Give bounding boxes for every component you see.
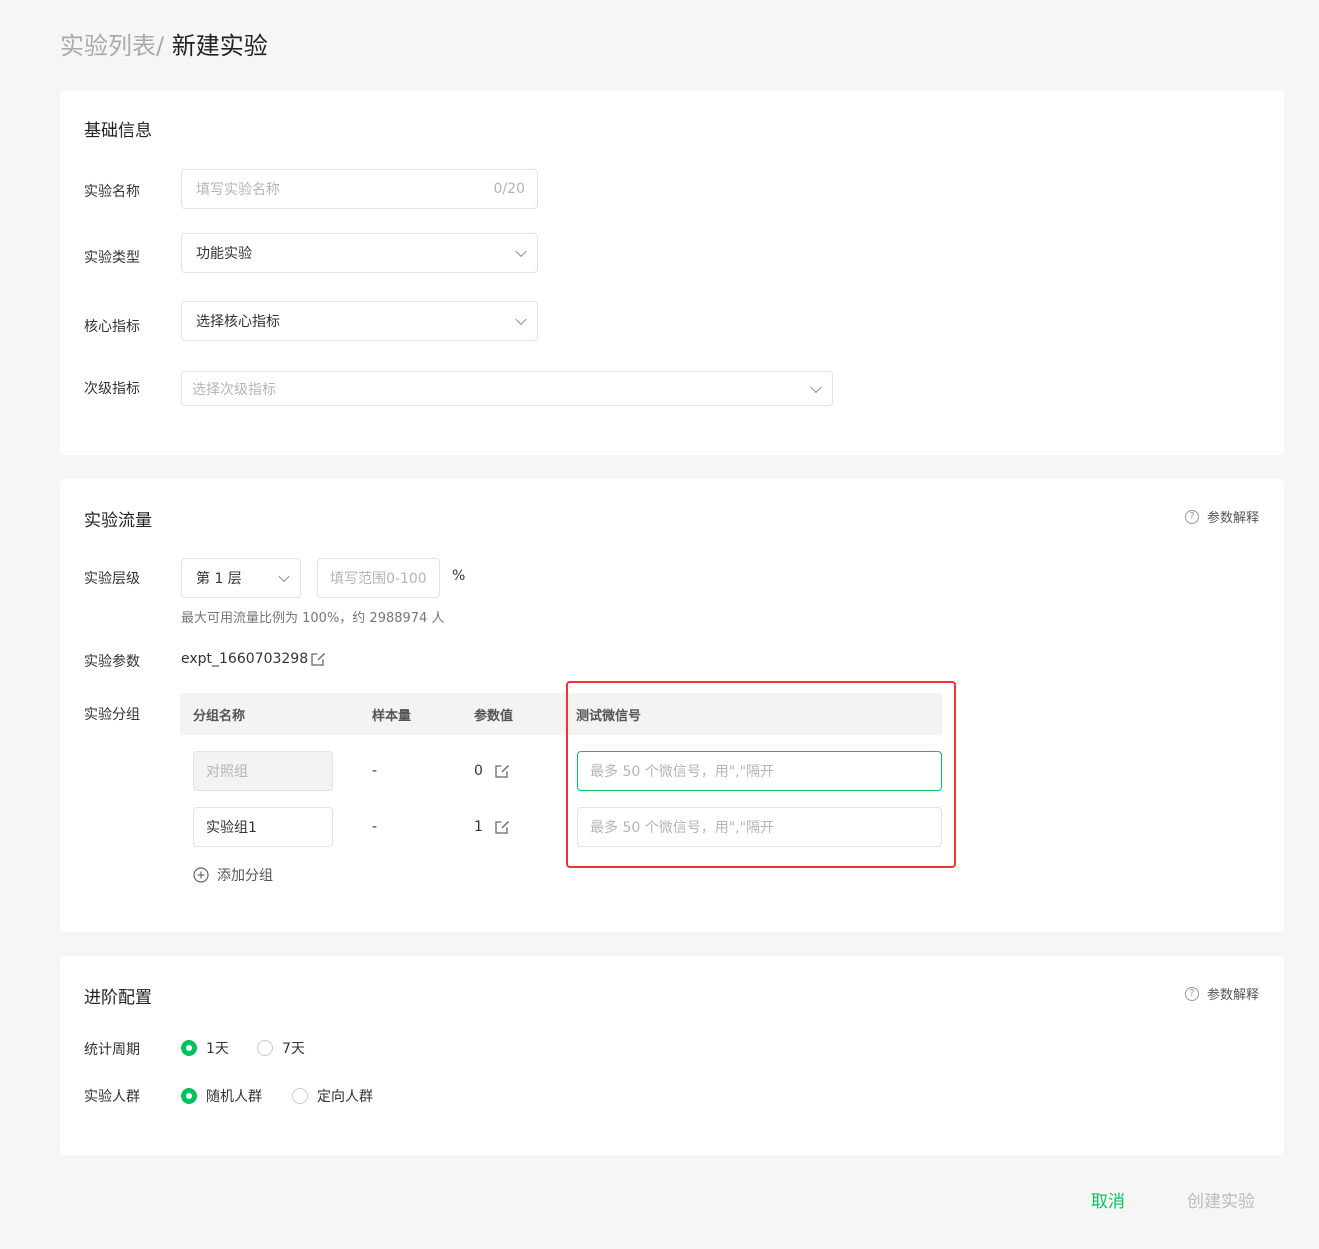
edit-icon[interactable] <box>494 819 510 835</box>
breadcrumb-parent-link[interactable]: 实验列表/ <box>60 32 164 60</box>
audience-option-label: 随机人群 <box>206 1089 262 1105</box>
edit-icon[interactable] <box>494 763 510 779</box>
experiment-name-placeholder: 填写实验名称 <box>196 182 280 198</box>
core-metric-label: 核心指标 <box>84 319 140 335</box>
edit-icon[interactable] <box>310 651 326 667</box>
experiment-type-select[interactable]: 功能实验 <box>181 233 538 273</box>
radio-unchecked-icon <box>257 1040 273 1056</box>
experiment-type-value: 功能实验 <box>196 246 252 262</box>
group-label: 实验分组 <box>84 707 140 723</box>
traffic-title: 实验流量 <box>84 511 152 531</box>
group-name-input[interactable]: 实验组1 <box>193 807 333 847</box>
chevron-down-icon <box>515 245 527 258</box>
question-icon: ? <box>1184 509 1199 524</box>
sample-size-value: - <box>372 763 378 779</box>
param-value-cell: 0 <box>474 763 483 779</box>
experiment-type-label: 实验类型 <box>84 250 140 266</box>
col-param-value: 参数值 <box>474 709 514 724</box>
audience-label: 实验人群 <box>84 1089 140 1105</box>
secondary-metric-select[interactable]: 选择次级指标 <box>181 371 833 406</box>
advanced-card: 进阶配置 ? 参数解释 统计周期 1天 7天 实验人群 随机人群 定向人群 <box>60 956 1284 1155</box>
period-label: 统计周期 <box>84 1042 140 1058</box>
chevron-down-icon <box>810 381 822 393</box>
plus-circle-icon <box>193 867 209 883</box>
period-radio-1day[interactable]: 1天 <box>181 1038 229 1058</box>
traffic-range-input[interactable]: 填写范围0-100 <box>317 558 440 598</box>
experiment-name-count: 0/20 <box>493 181 525 197</box>
param-value-cell: 1 <box>474 819 483 835</box>
percent-sign: % <box>452 568 466 584</box>
basic-info-card: 基础信息 实验名称 填写实验名称 0/20 实验类型 功能实验 核心指标 选择核… <box>60 90 1284 455</box>
breadcrumb-current: 新建实验 <box>171 32 268 60</box>
secondary-metric-placeholder: 选择次级指标 <box>192 381 276 398</box>
param-value: expt_1660703298 <box>181 651 309 667</box>
layer-label: 实验层级 <box>84 571 140 587</box>
traffic-range-placeholder: 填写范围0-100 <box>330 571 427 587</box>
traffic-hint: 最大可用流量比例为 100%，约 2988974 人 <box>181 611 445 626</box>
sample-size-value: - <box>372 819 378 835</box>
period-radio-7day[interactable]: 7天 <box>257 1038 305 1058</box>
col-sample-size: 样本量 <box>372 709 412 724</box>
highlight-box <box>566 681 956 868</box>
param-label: 实验参数 <box>84 654 140 670</box>
period-option-label: 7天 <box>282 1041 305 1057</box>
experiment-name-input[interactable]: 填写实验名称 0/20 <box>181 169 538 209</box>
advanced-help-link[interactable]: ? 参数解释 <box>1184 984 1259 1003</box>
radio-checked-icon <box>181 1088 197 1104</box>
core-metric-value: 选择核心指标 <box>196 314 280 330</box>
traffic-help-label: 参数解释 <box>1206 511 1259 526</box>
add-group-label: 添加分组 <box>217 868 273 884</box>
traffic-help-link[interactable]: ? 参数解释 <box>1184 507 1259 526</box>
basic-info-title: 基础信息 <box>84 121 152 141</box>
advanced-help-label: 参数解释 <box>1206 988 1259 1003</box>
cancel-button[interactable]: 取消 <box>1091 1187 1125 1212</box>
layer-select[interactable]: 第 1 层 <box>181 558 301 598</box>
add-group-button[interactable]: 添加分组 <box>193 865 273 885</box>
layer-value: 第 1 层 <box>196 571 242 587</box>
audience-radio-targeted[interactable]: 定向人群 <box>292 1086 373 1106</box>
create-experiment-button[interactable]: 创建实验 <box>1187 1187 1255 1212</box>
group-name-value: 实验组1 <box>206 820 257 836</box>
experiment-name-label: 实验名称 <box>84 184 140 200</box>
radio-checked-icon <box>181 1040 197 1056</box>
core-metric-select[interactable]: 选择核心指标 <box>181 301 538 341</box>
question-icon: ? <box>1184 986 1199 1001</box>
chevron-down-icon <box>515 313 527 326</box>
group-name-input: 对照组 <box>193 751 333 791</box>
advanced-title: 进阶配置 <box>84 988 152 1008</box>
period-option-label: 1天 <box>206 1041 229 1057</box>
col-group-name: 分组名称 <box>193 709 246 724</box>
breadcrumb: 实验列表/ 新建实验 <box>60 30 268 62</box>
audience-radio-random[interactable]: 随机人群 <box>181 1086 262 1106</box>
radio-unchecked-icon <box>292 1088 308 1104</box>
group-name-value: 对照组 <box>206 764 248 780</box>
audience-option-label: 定向人群 <box>317 1089 373 1105</box>
chevron-down-icon <box>278 570 290 583</box>
secondary-metric-label: 次级指标 <box>84 381 140 397</box>
